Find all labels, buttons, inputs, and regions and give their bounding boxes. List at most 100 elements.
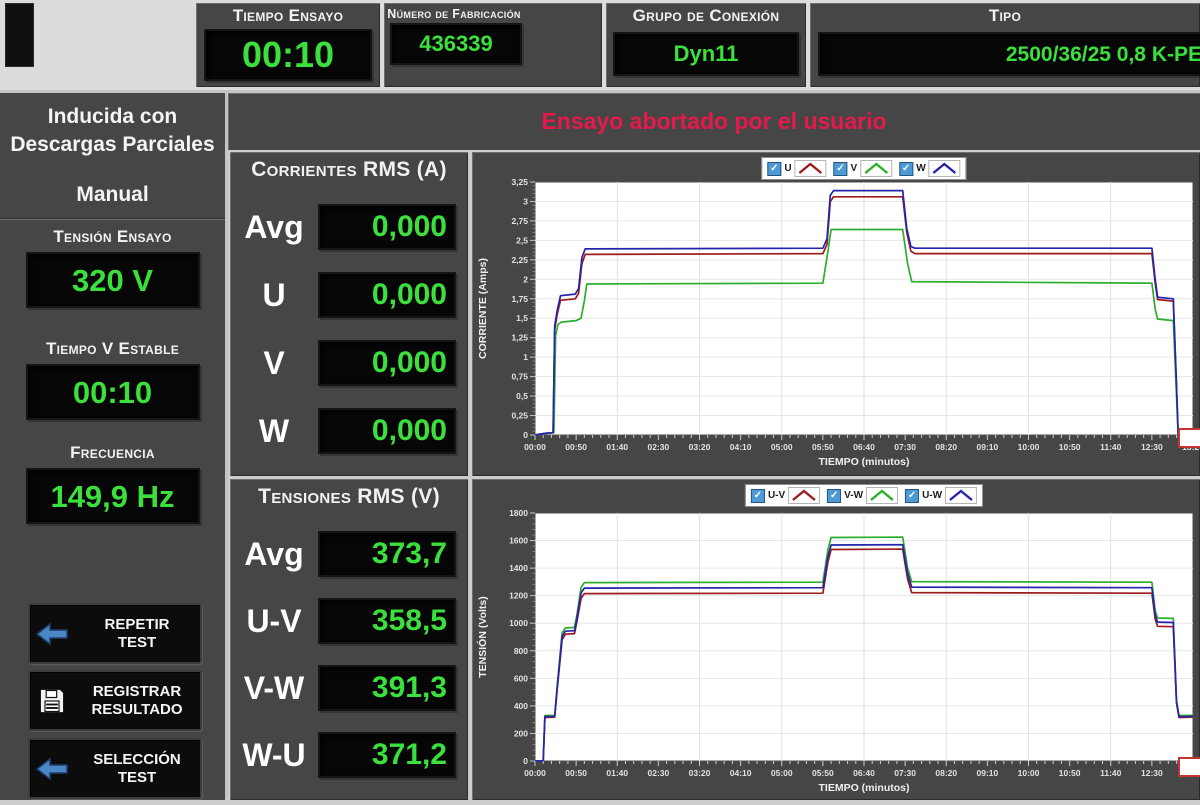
- value-row: Avg 0,000: [230, 204, 468, 250]
- current-chart: 00:00 00:50 01:40 02:30 03:20 04:10 05:00 05:50…: [472, 152, 1200, 476]
- arrow-left-icon: [30, 756, 74, 781]
- legend-item: ✓ U: [767, 160, 827, 177]
- top-bar: Tiempo Ensayo 00:10 Número de Fabricació…: [0, 0, 1200, 93]
- svg-text:1400: 1400: [509, 563, 528, 573]
- svg-text:07:30: 07:30: [894, 442, 916, 452]
- svg-text:0,25: 0,25: [511, 411, 528, 421]
- tipo-panel: Tipo 2500/36/25 0,8 K-PE: [810, 3, 1200, 87]
- x-axis-title: TIEMPO (minutos): [819, 456, 910, 468]
- tension-ensayo-field: Tensión Ensayo 320 V: [0, 227, 225, 308]
- svg-text:05:00: 05:00: [771, 442, 793, 452]
- svg-text:1200: 1200: [509, 591, 528, 601]
- svg-text:10:00: 10:00: [1018, 768, 1040, 778]
- seleccion-test-button[interactable]: SELECCIÓN TEST: [28, 738, 202, 799]
- legend-item: ✓ U-V: [750, 487, 821, 504]
- chart-cursor-marker[interactable]: [1178, 757, 1200, 777]
- svg-text:03:20: 03:20: [689, 442, 711, 452]
- svg-text:10:50: 10:50: [1059, 768, 1081, 778]
- svg-text:10:00: 10:00: [1018, 442, 1040, 452]
- svg-text:11:40: 11:40: [1100, 768, 1122, 778]
- avg-voltage-display: 373,7: [318, 531, 456, 577]
- checkbox-icon[interactable]: ✓: [905, 488, 920, 503]
- checkbox-icon[interactable]: ✓: [750, 488, 765, 503]
- svg-text:08:20: 08:20: [935, 442, 957, 452]
- svg-text:06:40: 06:40: [853, 442, 875, 452]
- arrow-left-icon: [30, 621, 74, 646]
- svg-text:3,25: 3,25: [511, 177, 528, 187]
- tiempo-ensayo-panel: Tiempo Ensayo 00:10: [196, 3, 380, 87]
- legend-label: W: [916, 163, 926, 174]
- chevron-sample-icon: [788, 487, 821, 504]
- tensiones-rms-title: Tensiones RMS (V): [258, 485, 440, 508]
- frecuencia-field: Frecuencia 149,9 Hz: [0, 443, 225, 524]
- svg-text:0,5: 0,5: [516, 391, 528, 401]
- svg-text:01:40: 01:40: [606, 768, 628, 778]
- w-current-display: 0,000: [318, 408, 456, 454]
- repetir-test-button[interactable]: REPETIR TEST: [28, 603, 202, 664]
- svg-text:02:30: 02:30: [648, 442, 670, 452]
- svg-text:07:30: 07:30: [894, 768, 916, 778]
- wu-voltage-display: 371,2: [318, 732, 456, 778]
- svg-text:400: 400: [514, 701, 528, 711]
- numero-fabricacion-label: Número de Fabricación: [387, 7, 521, 21]
- checkbox-icon[interactable]: ✓: [767, 161, 782, 176]
- tension-ensayo-display: 320 V: [25, 252, 200, 308]
- svg-text:2,25: 2,25: [511, 255, 528, 265]
- legend-label: U: [784, 163, 792, 174]
- svg-text:0: 0: [523, 430, 528, 440]
- tiempo-v-estable-display: 00:10: [25, 364, 200, 420]
- svg-text:06:40: 06:40: [853, 768, 875, 778]
- svg-text:11:40: 11:40: [1100, 442, 1122, 452]
- checkbox-icon[interactable]: ✓: [899, 161, 914, 176]
- divider: [0, 218, 225, 220]
- save-icon: [30, 687, 74, 715]
- tensiones-rms-panel: Tensiones RMS (V) Avg 373,7 U-V 358,5 V-W 3…: [230, 479, 468, 800]
- legend-label: U-V: [767, 490, 786, 501]
- svg-text:02:30: 02:30: [648, 768, 670, 778]
- chart-legend: ✓ U ✓ V ✓ W: [761, 157, 967, 180]
- y-axis-title: CORRIENTE (Amps): [477, 258, 489, 359]
- svg-text:2,75: 2,75: [511, 216, 528, 226]
- chevron-sample-icon: [866, 487, 899, 504]
- svg-text:05:50: 05:50: [812, 768, 834, 778]
- voltage-chart: 00:00 00:50 01:40 02:30 03:20 04:10 05:00 05:50…: [472, 479, 1200, 800]
- svg-text:1,5: 1,5: [516, 313, 528, 323]
- svg-text:05:50: 05:50: [812, 442, 834, 452]
- corner-box: [5, 3, 34, 67]
- svg-text:0,75: 0,75: [511, 372, 528, 382]
- svg-text:600: 600: [514, 673, 528, 683]
- legend-item: ✓ V-W: [827, 487, 899, 504]
- svg-text:200: 200: [514, 728, 528, 738]
- checkbox-icon[interactable]: ✓: [827, 488, 842, 503]
- chevron-sample-icon: [945, 487, 978, 504]
- legend-item: ✓ V: [833, 160, 893, 177]
- chevron-sample-icon: [794, 160, 827, 177]
- svg-text:1: 1: [523, 352, 528, 362]
- svg-text:1,75: 1,75: [511, 294, 528, 304]
- chart-cursor-marker[interactable]: [1178, 428, 1200, 448]
- svg-text:09:10: 09:10: [977, 442, 999, 452]
- grupo-conexion-display: Dyn11: [613, 32, 799, 76]
- svg-text:04:10: 04:10: [730, 442, 752, 452]
- value-row: W 0,000: [230, 408, 468, 454]
- svg-text:00:00: 00:00: [524, 442, 546, 452]
- svg-text:1000: 1000: [509, 618, 528, 628]
- registrar-resultado-button[interactable]: REGISTRAR RESULTADO: [28, 670, 202, 731]
- svg-text:12:30: 12:30: [1141, 442, 1163, 452]
- svg-text:00:50: 00:50: [565, 442, 587, 452]
- numero-fabricacion-display: 436339: [390, 23, 522, 66]
- svg-text:00:50: 00:50: [565, 768, 587, 778]
- svg-text:2,5: 2,5: [516, 235, 528, 245]
- frecuencia-display: 149,9 Hz: [25, 468, 200, 524]
- svg-text:09:10: 09:10: [977, 768, 999, 778]
- legend-label: V-W: [844, 490, 864, 501]
- svg-text:12:30: 12:30: [1141, 768, 1163, 778]
- test-mode-label: Manual: [76, 183, 149, 206]
- svg-text:01:40: 01:40: [606, 442, 628, 452]
- chart-svg: 00:00 00:50 01:40 02:30 03:20 04:10 05:00 05:50…: [476, 508, 1200, 794]
- tipo-display: 2500/36/25 0,8 K-PE: [818, 32, 1200, 76]
- svg-text:00:00: 00:00: [524, 768, 546, 778]
- tiempo-ensayo-label: Tiempo Ensayo: [232, 6, 344, 25]
- test-name: Inducida con Descargas Parciales: [10, 105, 215, 157]
- checkbox-icon[interactable]: ✓: [833, 161, 848, 176]
